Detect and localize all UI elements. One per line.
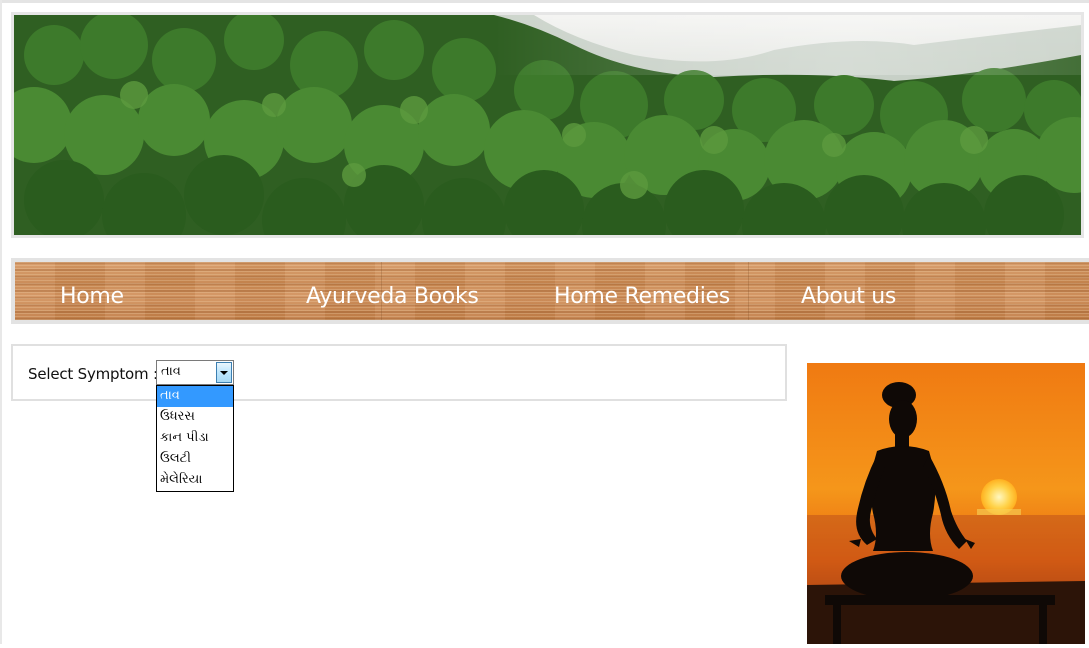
symptom-panel: Select Symptom : [11, 344, 787, 401]
symptom-select[interactable]: તાવ [156, 360, 234, 385]
symptom-option[interactable]: કાન પીડા [157, 428, 233, 449]
nav-home-remedies-link[interactable]: Home Remedies [554, 284, 730, 310]
select-symptom-label: Select Symptom : [28, 365, 158, 383]
main-navigation: Home Ayurveda Books Home Remedies About … [11, 258, 1089, 324]
symptom-option[interactable]: તાવ [157, 386, 233, 407]
nav-wood-bar: Home Ayurveda Books Home Remedies About … [15, 262, 1089, 320]
nav-ayurveda-books-link[interactable]: Ayurveda Books [306, 284, 479, 310]
symptom-option[interactable]: ઉધરસ [157, 407, 233, 428]
meditation-image [807, 363, 1085, 644]
nav-divider [748, 262, 749, 320]
forest-banner-image [11, 12, 1084, 238]
page-top-border [0, 0, 1089, 3]
nav-about-us-link[interactable]: About us [801, 284, 896, 310]
nav-home-link[interactable]: Home [60, 284, 124, 310]
symptom-select-value: તાવ [161, 364, 181, 379]
symptom-option[interactable]: મેલેરિયા [157, 470, 233, 491]
symptom-dropdown-list: તાવ ઉધરસ કાન પીડા ઉલટી મેલેરિયા [156, 385, 234, 492]
page-left-border [0, 0, 2, 644]
dropdown-arrow-icon[interactable] [216, 362, 232, 383]
symptom-option[interactable]: ઉલટી [157, 449, 233, 470]
